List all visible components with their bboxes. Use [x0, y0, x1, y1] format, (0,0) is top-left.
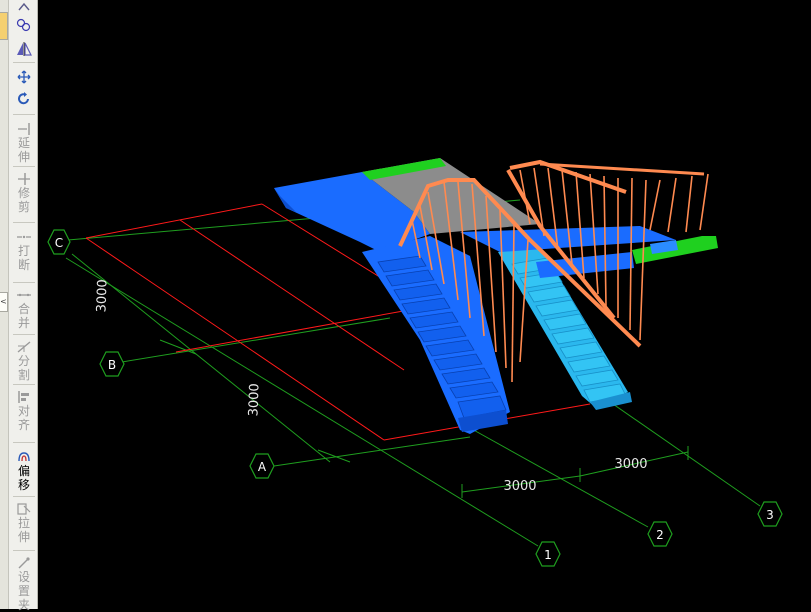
- align-label: 对齐: [17, 404, 30, 432]
- toolbar-separator: [13, 334, 35, 335]
- axis-bubble-A: A: [249, 453, 275, 479]
- rotate-button[interactable]: [12, 92, 36, 106]
- toolbar-separator: [13, 496, 35, 497]
- trim-icon: [16, 172, 32, 186]
- left-stair-flight: [362, 236, 510, 434]
- axis-bubble-2: 2: [647, 521, 673, 547]
- merge-icon: [16, 288, 32, 302]
- toolbar-separator: [13, 442, 35, 443]
- toolbar-separator: [13, 166, 35, 167]
- split-button[interactable]: 分割: [12, 340, 36, 382]
- axis-bubble-C: C: [47, 229, 71, 255]
- axis-label-A: A: [258, 460, 267, 474]
- axis-label-2: 2: [656, 528, 664, 542]
- modify-toolbar: < 延伸 修剪 打断 合并 分割 对齐 偏移 拉伸 设置夹: [0, 0, 38, 612]
- toolbar-separator: [13, 282, 35, 283]
- extend-icon: [16, 122, 32, 136]
- copy-button[interactable]: [12, 0, 36, 14]
- mirror-button[interactable]: [12, 42, 36, 56]
- break-icon: [16, 230, 32, 244]
- copy-object-button[interactable]: [12, 18, 36, 32]
- align-icon: [16, 390, 32, 404]
- break-label: 打断: [17, 244, 30, 272]
- extend-button[interactable]: 延伸: [12, 122, 36, 164]
- trim-button[interactable]: 修剪: [12, 172, 36, 214]
- toolbar-separator: [13, 62, 35, 63]
- toolbar-separator: [13, 550, 35, 551]
- split-icon: [16, 340, 32, 354]
- set-support-button[interactable]: 设置夹: [12, 556, 36, 612]
- toolbar-separator: [13, 384, 35, 385]
- merge-label: 合并: [17, 302, 30, 330]
- offset-label: 偏移: [17, 464, 30, 492]
- set-support-icon: [16, 556, 32, 570]
- offset-button[interactable]: 偏移: [12, 450, 36, 492]
- move-icon: [16, 70, 32, 84]
- axis-bubble-1: 1: [535, 541, 561, 567]
- model-canvas[interactable]: C B A 1 2 3 3000 3000 3000 3000: [38, 0, 811, 609]
- dim-2-3: 3000: [614, 457, 647, 472]
- toolbar-separator: [13, 222, 35, 223]
- dim-c-b: 3000: [94, 279, 110, 313]
- stretch-icon: [16, 502, 32, 516]
- offset-icon: [16, 450, 32, 464]
- dim-1-2: 3000: [503, 479, 536, 494]
- rotate-icon: [16, 92, 32, 106]
- collapse-arrow-button[interactable]: <: [0, 292, 8, 312]
- mirror-icon: [16, 42, 32, 56]
- merge-button[interactable]: 合并: [12, 288, 36, 330]
- copy-object-icon: [16, 18, 32, 32]
- copy-icon: [16, 0, 32, 14]
- dim-b-a: 3000: [246, 383, 262, 417]
- stretch-button[interactable]: 拉伸: [12, 502, 36, 544]
- extend-label: 延伸: [17, 136, 30, 164]
- axis-label-1: 1: [544, 548, 552, 562]
- 3d-model-viewport[interactable]: C B A 1 2 3 3000 3000 3000 3000: [38, 0, 811, 609]
- move-button[interactable]: [12, 70, 36, 84]
- axis-label-3: 3: [766, 508, 774, 522]
- stretch-label: 拉伸: [17, 516, 30, 544]
- split-label: 分割: [17, 354, 30, 382]
- axis-label-B: B: [108, 358, 116, 372]
- axis-label-C: C: [55, 236, 63, 250]
- break-button[interactable]: 打断: [12, 230, 36, 272]
- align-button[interactable]: 对齐: [12, 390, 36, 432]
- collapse-tab[interactable]: [0, 12, 8, 40]
- axis-bubble-B: B: [99, 351, 125, 377]
- set-support-label: 设置夹: [17, 570, 30, 612]
- trim-label: 修剪: [17, 186, 30, 214]
- toolbar-separator: [13, 114, 35, 115]
- axis-bubble-3: 3: [757, 501, 783, 527]
